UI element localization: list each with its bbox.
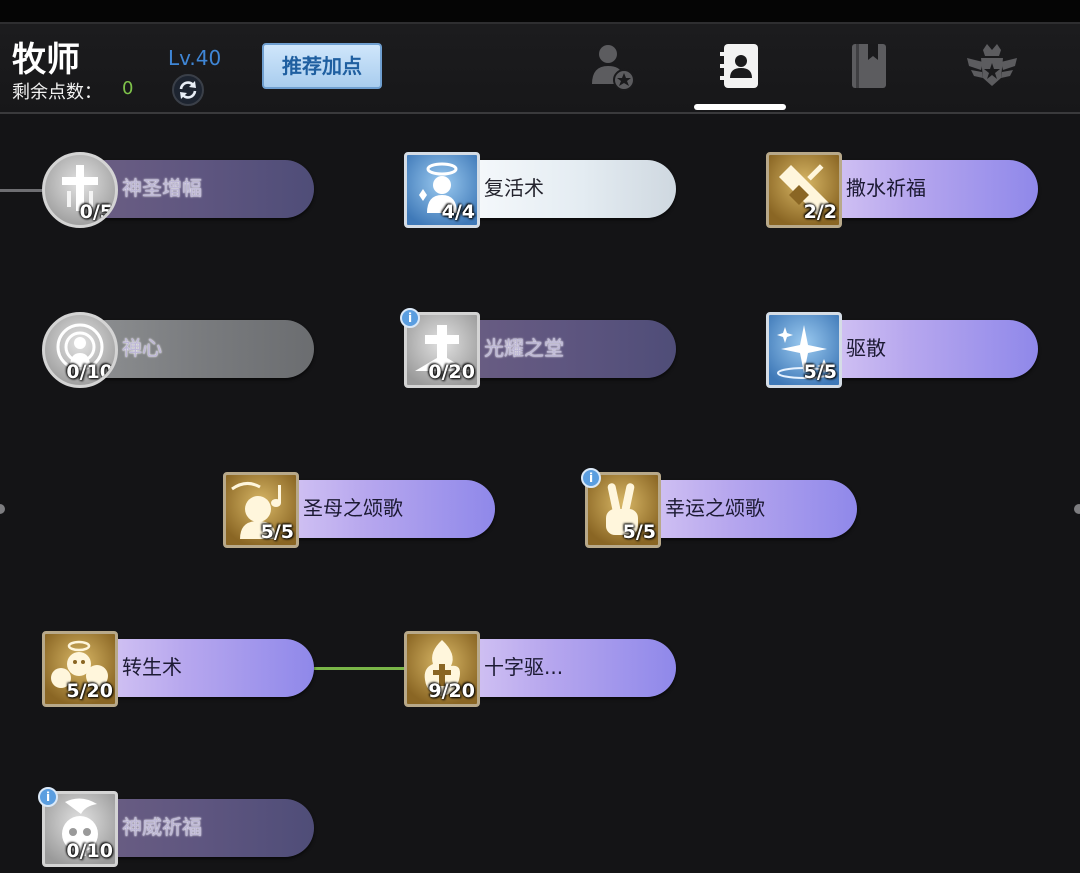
contacts-book-icon [720, 44, 758, 88]
skill-name: 光耀之堂 [484, 336, 564, 360]
skill-icon-frame: 0/5 [42, 152, 118, 228]
skill-level-count: 2/2 [803, 201, 837, 223]
bookmark-book-icon [852, 44, 886, 88]
skill-node[interactable]: 撒水祈福 2/2 [766, 152, 1038, 228]
skill-node[interactable]: 禅心 0/10 [42, 312, 314, 388]
recommend-points-button[interactable]: 推荐加点 [262, 43, 382, 89]
skill-icon-frame: 5/5 [223, 472, 299, 548]
tab-honor[interactable] [962, 38, 1022, 94]
skill-level-count: 0/20 [428, 361, 475, 383]
info-badge-icon[interactable]: i [581, 468, 601, 488]
skill-name: 神威祈福 [122, 815, 202, 839]
skill-node[interactable]: 幸运之颂歌 5/5 i [581, 468, 857, 548]
skill-name: 十字驱... [484, 655, 564, 679]
skill-level-count: 5/5 [803, 361, 837, 383]
active-tab-indicator [694, 104, 786, 110]
tab-skills[interactable] [710, 38, 770, 94]
winged-crown-badge-icon [967, 44, 1017, 86]
skill-name: 转生术 [122, 655, 182, 679]
skill-name: 复活术 [484, 176, 544, 200]
scroll-left-indicator [0, 504, 5, 514]
tab-book[interactable] [838, 38, 898, 94]
character-star-icon [592, 45, 635, 91]
skill-icon-frame: 9/20 [404, 631, 480, 707]
skill-node[interactable]: 神圣增幅 0/5 [42, 152, 314, 228]
scroll-right-indicator [1074, 504, 1080, 514]
skill-level-count: 0/10 [66, 361, 113, 383]
skill-level-count: 5/20 [66, 680, 113, 702]
skill-node[interactable]: 神威祈福 0/10 i [38, 787, 314, 867]
skill-icon-frame: 5/5 [766, 312, 842, 388]
skill-icon-frame: 5/20 [42, 631, 118, 707]
skill-link-line [0, 189, 42, 192]
skill-node[interactable]: 圣母之颂歌 5/5 [223, 472, 495, 548]
skill-level-count: 0/5 [79, 201, 113, 223]
skill-name: 幸运之颂歌 [665, 496, 765, 520]
skill-node[interactable]: 驱散 5/5 [766, 312, 1038, 388]
tab-character[interactable] [582, 38, 642, 94]
skill-name: 禅心 [122, 336, 162, 360]
skill-icon-frame: 4/4 [404, 152, 480, 228]
skill-icon-frame: 2/2 [766, 152, 842, 228]
skill-node[interactable]: 复活术 4/4 [404, 152, 676, 228]
skill-name: 驱散 [846, 336, 886, 360]
info-badge-icon[interactable]: i [38, 787, 58, 807]
skill-level-count: 0/10 [66, 840, 113, 862]
top-status-bar [0, 0, 1080, 24]
remaining-points-label: 剩余点数： [12, 82, 102, 103]
skill-link-line-active [314, 667, 406, 670]
skill-name: 撒水祈福 [846, 176, 926, 200]
remaining-points-value: 0 [122, 78, 134, 99]
skill-node[interactable]: 光耀之堂 0/20 i [400, 308, 676, 388]
skill-node[interactable]: 转生术 5/20 [42, 631, 314, 707]
reset-refresh-button[interactable] [172, 74, 204, 106]
skill-level-count: 5/5 [260, 521, 294, 543]
info-badge-icon[interactable]: i [400, 308, 420, 328]
skill-level-count: 9/20 [428, 680, 475, 702]
class-name: 牧师 [12, 40, 80, 80]
skill-header: 牧师 剩余点数： 0 Lv.40 推荐加点 [0, 24, 1080, 114]
skill-level-count: 4/4 [441, 201, 475, 223]
skill-node[interactable]: 十字驱... 9/20 [404, 631, 676, 707]
skill-name: 神圣增幅 [122, 176, 202, 200]
skill-icon-frame: 0/10 [42, 312, 118, 388]
skill-name: 圣母之颂歌 [303, 496, 403, 520]
level-label: Lv.40 [168, 46, 222, 70]
skill-level-count: 5/5 [622, 521, 656, 543]
refresh-icon [179, 81, 197, 99]
